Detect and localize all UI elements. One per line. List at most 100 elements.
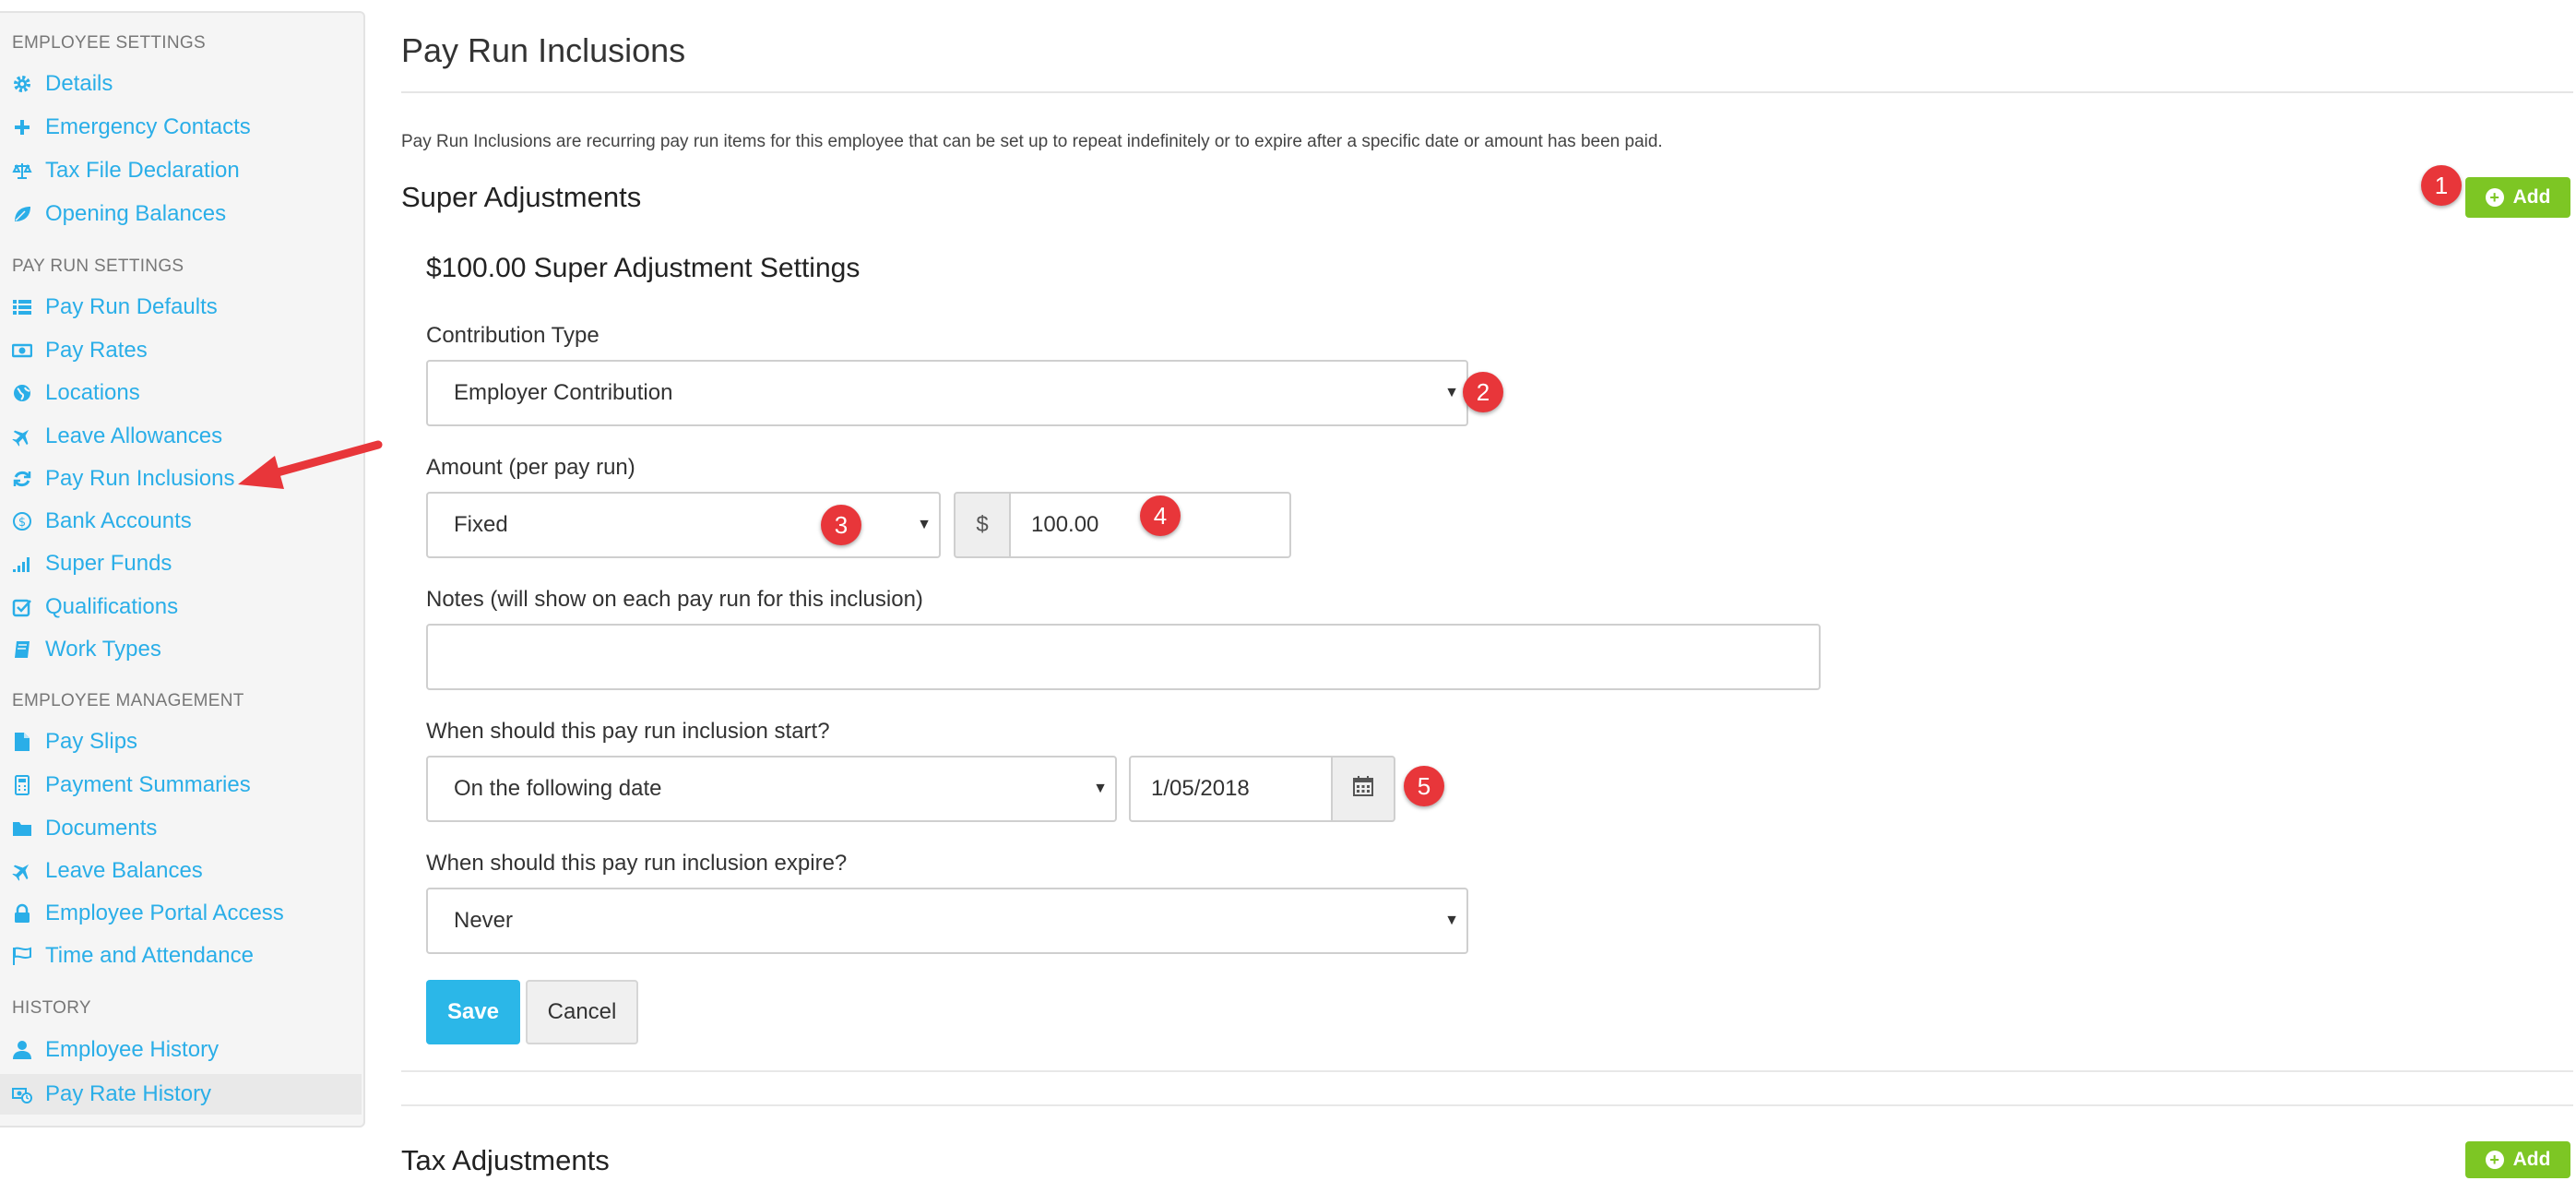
flags-icon [12, 946, 32, 966]
sidebar-item-pay-rates[interactable]: Pay Rates [11, 332, 148, 369]
sidebar-item-details[interactable]: Details [12, 66, 113, 102]
plus-circle-icon: + [2485, 188, 2504, 207]
sidebar-item-tax-file-declaration[interactable]: Tax File Declaration [12, 152, 240, 189]
sidebar-item-payment-summaries[interactable]: Payment Summaries [12, 767, 251, 804]
sidebar-item-opening-balances[interactable]: Opening Balances [12, 196, 226, 233]
list-icon [12, 297, 32, 317]
sidebar-item-label: Time and Attendance [45, 943, 254, 968]
sidebar-item-label: Locations [45, 380, 140, 405]
sidebar-item-qualifications[interactable]: Qualifications [12, 589, 178, 626]
sidebar-item-label: Opening Balances [45, 201, 227, 226]
contribution-type-value: Employer Contribution [454, 380, 673, 405]
dollar-circle-icon: $ [12, 511, 32, 531]
expire-value: Never [454, 908, 514, 933]
amount-type-select[interactable]: Fixed ▼ [426, 492, 941, 558]
add-button-label: Add [2512, 1149, 2551, 1170]
sidebar-item-label: Pay Slips [45, 729, 138, 754]
lock-icon [12, 903, 32, 924]
sidebar-item-pay-slips[interactable]: Pay Slips [12, 723, 137, 760]
amount-value: 100.00 [1031, 512, 1099, 537]
caret-down-icon: ▼ [1093, 781, 1108, 796]
add-button-label: Add [2512, 186, 2551, 208]
section-title-super-adjustments: Super Adjustments [401, 181, 642, 213]
sidebar-item-locations[interactable]: Locations [12, 375, 140, 412]
calendar-icon [1352, 775, 1374, 804]
start-date-value: 1/05/2018 [1151, 776, 1250, 801]
refresh-icon [12, 469, 32, 489]
sidebar-item-super-funds[interactable]: Super Funds [12, 545, 172, 582]
sidebar-item-documents[interactable]: Documents [12, 810, 157, 847]
caret-down-icon: ▼ [1444, 913, 1459, 928]
section-title-tax-adjustments: Tax Adjustments [401, 1144, 610, 1176]
sidebar-item-label: Employee Portal Access [45, 901, 284, 925]
money-history-icon [12, 1084, 32, 1104]
gear-icon [12, 74, 32, 94]
marker-5: 5 [1404, 766, 1444, 806]
sidebar: EMPLOYEE SETTINGS Details Emergency Cont… [0, 11, 365, 1127]
sidebar-item-leave-allowances[interactable]: Leave Allowances [12, 418, 222, 455]
sidebar-item-label: Bank Accounts [45, 508, 192, 533]
plane-icon [12, 426, 32, 447]
sidebar-item-label: Payment Summaries [45, 772, 251, 797]
section-heading-employee-settings: EMPLOYEE SETTINGS [12, 33, 206, 53]
notes-input[interactable] [426, 624, 1821, 690]
sidebar-item-label: Work Types [45, 637, 161, 662]
save-button[interactable]: Save [426, 980, 520, 1044]
sidebar-item-employee-history[interactable]: Employee History [12, 1032, 219, 1068]
caret-down-icon: ▼ [1444, 385, 1459, 400]
section-heading-employee-management: EMPLOYEE MANAGEMENT [12, 691, 244, 710]
sidebar-item-work-types[interactable]: Work Types [12, 631, 161, 668]
plus-circle-icon: + [2485, 1151, 2504, 1169]
checkbox-icon [12, 597, 32, 617]
sidebar-item-time-and-attendance[interactable]: Time and Attendance [12, 937, 254, 974]
cancel-button[interactable]: Cancel [526, 980, 638, 1044]
plane-icon [12, 861, 32, 881]
contribution-type-select[interactable]: Employer Contribution ▼ [426, 360, 1468, 426]
banknote-icon [11, 340, 33, 361]
currency-addon: $ [954, 492, 1011, 558]
sidebar-item-label: Details [45, 71, 113, 96]
sidebar-item-label: Pay Run Defaults [45, 294, 218, 319]
sidebar-item-label: Leave Allowances [45, 423, 223, 448]
leaf-icon [12, 204, 32, 224]
svg-text:$: $ [18, 516, 26, 530]
book-icon [12, 639, 32, 660]
start-date-input[interactable]: 1/05/2018 [1129, 756, 1334, 822]
add-tax-adjustment-button[interactable]: + Add [2465, 1141, 2570, 1178]
sidebar-item-label: Emergency Contacts [45, 114, 251, 139]
sidebar-item-label: Documents [45, 816, 158, 841]
plus-icon [12, 117, 32, 137]
expire-select[interactable]: Never ▼ [426, 888, 1468, 954]
sidebar-item-label: Qualifications [45, 594, 179, 619]
sidebar-item-label: Tax File Declaration [45, 158, 240, 183]
add-super-adjustment-button[interactable]: + Add [2465, 177, 2570, 218]
start-select[interactable]: On the following date ▼ [426, 756, 1117, 822]
section-heading-history: HISTORY [12, 998, 91, 1018]
section-heading-pay-run-settings: PAY RUN SETTINGS [12, 256, 184, 276]
marker-4: 4 [1140, 495, 1181, 536]
start-label: When should this pay run inclusion start… [426, 719, 830, 744]
sidebar-item-employee-portal-access[interactable]: Employee Portal Access [12, 895, 284, 932]
marker-3: 3 [821, 505, 861, 545]
amount-label: Amount (per pay run) [426, 455, 635, 480]
folder-icon [12, 818, 32, 839]
signal-bars-icon [12, 554, 32, 574]
user-icon [12, 1040, 32, 1060]
section-divider [401, 1104, 2573, 1106]
sidebar-item-label: Employee History [45, 1037, 220, 1062]
form-divider [401, 1070, 2573, 1072]
file-icon [12, 732, 32, 752]
sidebar-item-pay-rate-history[interactable]: Pay Rate History [0, 1074, 362, 1115]
globe-icon [12, 383, 32, 403]
sidebar-item-emergency-contacts[interactable]: Emergency Contacts [12, 109, 251, 146]
sidebar-item-label: Leave Balances [45, 858, 203, 883]
sidebar-item-leave-balances[interactable]: Leave Balances [12, 853, 203, 889]
page-title: Pay Run Inclusions [401, 31, 686, 69]
sidebar-item-pay-run-defaults[interactable]: Pay Run Defaults [12, 289, 218, 326]
amount-type-value: Fixed [454, 512, 508, 537]
sidebar-item-label: Pay Rates [45, 338, 148, 363]
title-divider [401, 91, 2573, 93]
calendar-button[interactable] [1331, 756, 1395, 822]
sidebar-item-pay-run-inclusions[interactable]: Pay Run Inclusions [12, 460, 234, 497]
sidebar-item-bank-accounts[interactable]: $ Bank Accounts [12, 503, 192, 540]
